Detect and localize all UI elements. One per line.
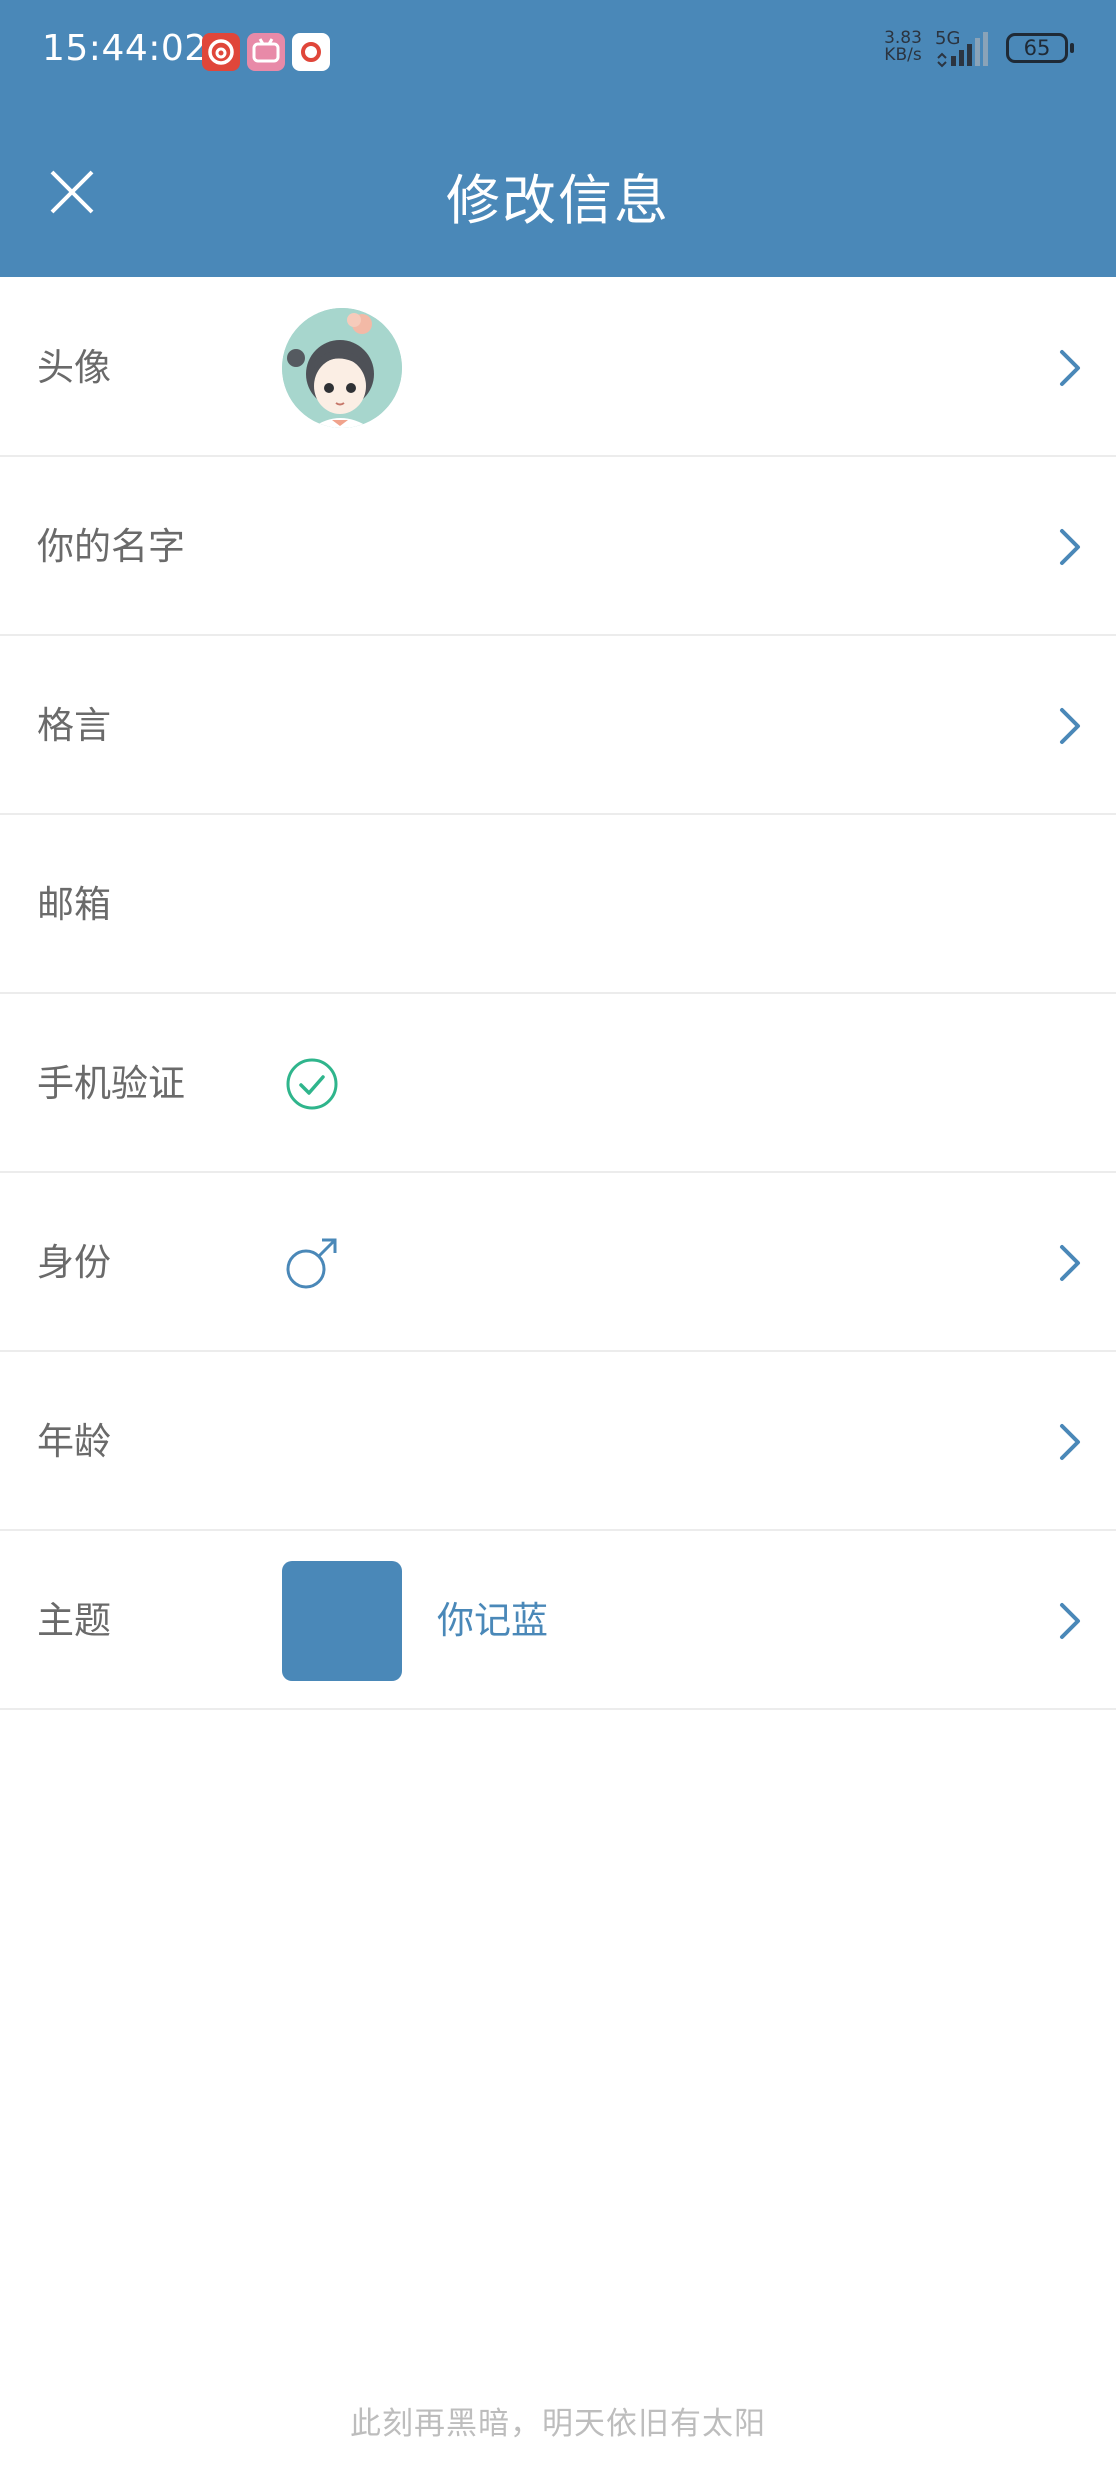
network-speed-unit: KB/s bbox=[884, 45, 922, 65]
row-theme[interactable]: 主题 你记蓝 bbox=[0, 1531, 1116, 1710]
chevron-right-icon bbox=[1060, 1424, 1080, 1460]
weibo-icon bbox=[292, 33, 330, 71]
row-label: 主题 bbox=[37, 1599, 111, 1642]
bilibili-icon bbox=[247, 33, 285, 71]
row-phone-verification: 手机验证 bbox=[0, 994, 1116, 1173]
row-label: 身份 bbox=[37, 1241, 111, 1284]
row-label: 格言 bbox=[37, 704, 111, 747]
profile-settings-list: 头像 你的名字 格言 邮箱 手机验证 身份 年龄 主题 你记蓝 bbox=[0, 278, 1116, 1710]
chevron-right-icon bbox=[1060, 1603, 1080, 1639]
row-label: 邮箱 bbox=[37, 883, 111, 926]
row-name[interactable]: 你的名字 bbox=[0, 457, 1116, 636]
chevron-right-icon bbox=[1060, 529, 1080, 565]
status-time: 15:44:02 bbox=[42, 28, 208, 69]
chevron-right-icon bbox=[1060, 1245, 1080, 1281]
row-email: 邮箱 bbox=[0, 815, 1116, 994]
page-title: 修改信息 bbox=[446, 169, 670, 232]
battery-level: 65 bbox=[1023, 36, 1051, 60]
network-speed: 3.83 KB/s bbox=[880, 30, 926, 64]
male-icon bbox=[286, 1238, 337, 1289]
chevron-right-icon bbox=[1060, 350, 1080, 386]
row-label: 你的名字 bbox=[37, 525, 185, 568]
row-identity[interactable]: 身份 bbox=[0, 1173, 1116, 1352]
theme-color-swatch bbox=[282, 1561, 402, 1681]
row-label: 年龄 bbox=[37, 1420, 111, 1463]
row-age[interactable]: 年龄 bbox=[0, 1352, 1116, 1531]
row-motto[interactable]: 格言 bbox=[0, 636, 1116, 815]
verified-check-icon bbox=[286, 1058, 338, 1110]
battery-icon: 65 bbox=[1006, 33, 1074, 63]
header: 15:44:02 3.83 KB/s 5G 65 修改信息 bbox=[0, 0, 1116, 277]
row-label: 手机验证 bbox=[37, 1062, 185, 1105]
edit-profile-screen: 15:44:02 3.83 KB/s 5G 65 修改信息 头像 你的名字 格言… bbox=[0, 0, 1116, 2480]
chevron-right-icon bbox=[1060, 708, 1080, 744]
footer-quote: 此刻再黑暗，明天依旧有太阳 bbox=[350, 2406, 766, 2442]
row-avatar[interactable]: 头像 bbox=[0, 278, 1116, 457]
row-label: 头像 bbox=[37, 346, 111, 389]
signal-icon: 5G bbox=[935, 28, 997, 68]
theme-name: 你记蓝 bbox=[437, 1599, 548, 1642]
netease-music-icon bbox=[202, 33, 240, 71]
avatar[interactable] bbox=[282, 308, 402, 428]
